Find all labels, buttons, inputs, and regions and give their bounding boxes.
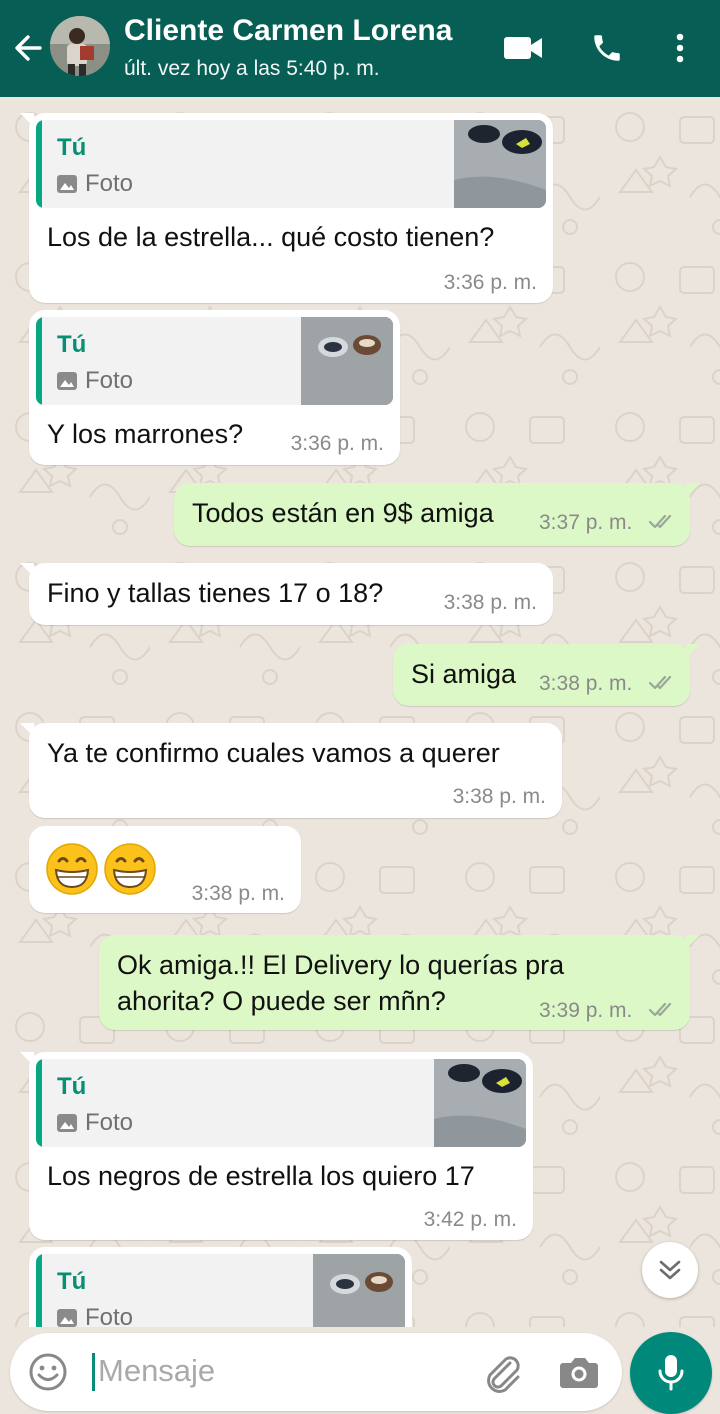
message-bubble-incoming[interactable]: Tú Foto Los negros de estrella los quier…: [20, 1052, 533, 1240]
video-call-button[interactable]: [500, 28, 546, 68]
message-text-line: ahorita? O puede ser mñn?: [117, 986, 446, 1016]
message-time: 3:42 p. m.: [423, 1208, 517, 1231]
message-bubble-incoming[interactable]: Tú Foto: [29, 1247, 412, 1327]
more-options-icon: [676, 33, 684, 63]
quoted-type: Foto: [57, 1304, 133, 1327]
quoted-message[interactable]: Tú Foto: [36, 1059, 526, 1147]
message-input[interactable]: Mensaje: [98, 1353, 215, 1389]
photo-icon: [57, 1114, 77, 1132]
message-text: Los de la estrella... qué costo tienen?: [47, 222, 495, 252]
quoted-author: Tú: [57, 331, 87, 358]
message-text: Si amiga: [411, 659, 517, 689]
voice-call-button[interactable]: [584, 28, 630, 68]
message-time: 3:38 p. m.: [443, 591, 537, 614]
message-bubble-outgoing[interactable]: Todos están en 9$ amiga 3:37 p. m.: [174, 483, 700, 546]
quoted-type: Foto: [57, 170, 133, 198]
contact-name[interactable]: Cliente Carmen Lorena: [124, 14, 452, 48]
double-chevron-down-icon: [659, 1260, 681, 1280]
read-receipt-icon: [648, 675, 672, 690]
grinning-face-emoji: [46, 843, 98, 895]
message-text: Todos están en 9$ amiga: [192, 498, 494, 528]
grinning-face-emoji: [104, 843, 156, 895]
quoted-type: Foto: [57, 1109, 133, 1137]
back-button[interactable]: [10, 28, 46, 68]
message-time: 3:38 p. m.: [452, 785, 546, 808]
quoted-author: Tú: [57, 1073, 87, 1100]
message-time: 3:36 p. m.: [290, 432, 384, 455]
video-call-icon: [504, 37, 542, 59]
chat-header: Cliente Carmen Lorena últ. vez hoy a las…: [0, 0, 720, 97]
contact-avatar[interactable]: [50, 16, 110, 76]
photo-icon: [57, 1309, 77, 1327]
quoted-photo-thumbnail: [434, 1059, 526, 1147]
message-text: Y los marrones?: [47, 419, 244, 449]
message-bubble-incoming[interactable]: Ya te confirmo cuales vamos a querer 3:3…: [20, 723, 562, 818]
back-arrow-icon: [15, 35, 42, 61]
message-bubble-incoming[interactable]: Tú Foto Y los marrones? 3:36 p. m.: [29, 310, 400, 465]
message-bubble-incoming[interactable]: Fino y tallas tienes 17 o 18? 3:38 p. m.: [20, 563, 553, 625]
message-bubble-incoming[interactable]: Tú Foto Los de la estrella... qué costo …: [20, 113, 553, 303]
text-cursor: [92, 1353, 95, 1391]
photo-icon: [57, 175, 77, 193]
quoted-message[interactable]: Tú Foto: [36, 1254, 405, 1327]
scroll-to-bottom-button[interactable]: [642, 1242, 698, 1298]
voice-call-icon: [594, 35, 620, 61]
message-bubble-outgoing[interactable]: Ok amiga.!! El Delivery lo querías pra a…: [99, 935, 700, 1030]
quoted-message[interactable]: Tú Foto: [36, 120, 546, 208]
read-receipt-icon: [648, 1002, 672, 1017]
last-seen-status: últ. vez hoy a las 5:40 p. m.: [124, 57, 380, 80]
message-time: 3:38 p. m.: [191, 882, 285, 905]
photo-icon: [57, 372, 77, 390]
quoted-author: Tú: [57, 1268, 87, 1295]
quoted-photo-thumbnail: [313, 1254, 405, 1327]
voice-message-button[interactable]: [630, 1332, 712, 1414]
message-text: Fino y tallas tienes 17 o 18?: [47, 578, 384, 608]
message-text-line: Ok amiga.!! El Delivery lo querías pra: [117, 950, 565, 980]
attach-paperclip-icon[interactable]: [480, 1351, 524, 1393]
message-time: 3:39 p. m.: [539, 999, 633, 1022]
emoji-message: [45, 842, 157, 896]
microphone-icon: [658, 1355, 684, 1391]
quoted-message[interactable]: Tú Foto: [36, 317, 393, 405]
message-bubble-incoming[interactable]: 3:38 p. m.: [29, 826, 301, 913]
message-composer: Mensaje: [10, 1333, 622, 1411]
message-text: Ya te confirmo cuales vamos a querer: [47, 738, 500, 768]
camera-icon[interactable]: [558, 1353, 600, 1391]
more-options-button[interactable]: [662, 28, 698, 68]
read-receipt-icon: [648, 514, 672, 529]
message-time: 3:37 p. m.: [539, 511, 633, 534]
emoji-icon[interactable]: [28, 1352, 68, 1392]
message-time: 3:36 p. m.: [443, 271, 537, 294]
quoted-photo-thumbnail: [301, 317, 393, 405]
message-text: Los negros de estrella los quiero 17: [47, 1161, 475, 1191]
message-time: 3:38 p. m.: [539, 672, 633, 695]
message-list[interactable]: Tú Foto Los de la estrella... qué costo …: [0, 97, 720, 1327]
quoted-photo-thumbnail: [454, 120, 546, 208]
quoted-type: Foto: [57, 367, 133, 395]
message-bubble-outgoing[interactable]: Si amiga 3:38 p. m.: [393, 644, 700, 706]
quoted-author: Tú: [57, 134, 87, 161]
